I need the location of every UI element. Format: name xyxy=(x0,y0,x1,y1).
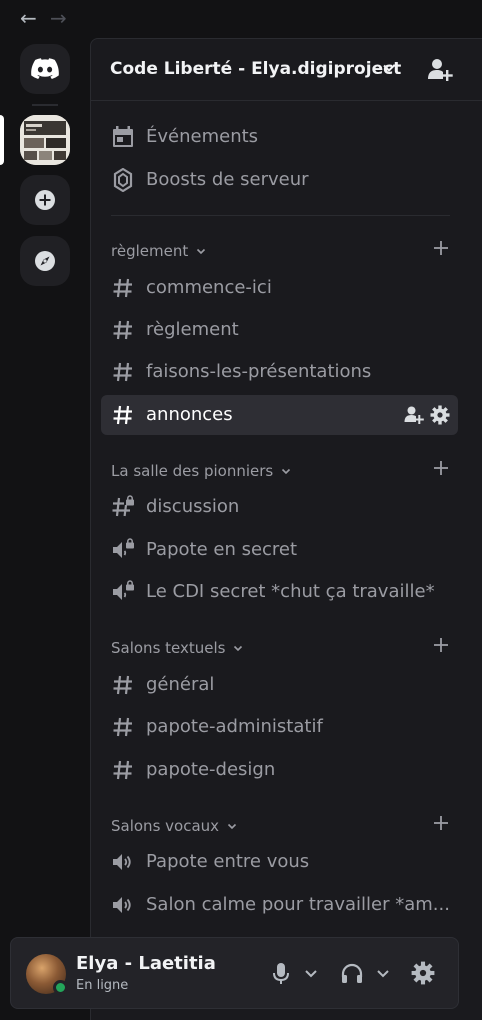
category-label: Salons textuels xyxy=(111,639,243,657)
rail-separator xyxy=(32,104,58,106)
voice-icon xyxy=(111,893,135,917)
add-server-button[interactable] xyxy=(20,175,70,225)
channel-papote-entre-vous[interactable]: Papote entre vous xyxy=(101,842,458,882)
chevron-down-icon[interactable] xyxy=(376,968,390,980)
channel-label: annonces xyxy=(146,404,233,425)
channel-reglement[interactable]: règlement xyxy=(101,310,458,350)
channel-salon-calme[interactable]: Salon calme pour travailler *am... xyxy=(101,885,458,925)
server-name: Code Liberté - Elya.digiproject xyxy=(110,59,402,79)
discord-logo-icon xyxy=(31,58,59,79)
server-rail xyxy=(0,38,90,1020)
events-item[interactable]: Événements xyxy=(101,117,458,157)
chevron-down-icon[interactable] xyxy=(382,61,396,75)
channel-actions xyxy=(404,405,450,425)
channel-general[interactable]: général xyxy=(101,665,458,705)
hash-icon xyxy=(111,673,135,697)
hash-icon xyxy=(111,276,135,300)
locked-hash-icon xyxy=(111,495,135,519)
category-label: règlement xyxy=(111,242,206,260)
channel-le-cdi-secret[interactable]: Le CDI secret *chut ça travaille* xyxy=(101,572,458,612)
back-arrow-icon[interactable]: ← xyxy=(20,8,37,28)
hash-icon xyxy=(111,758,135,782)
channel-label: papote-administatif xyxy=(146,716,323,737)
invite-user-icon[interactable] xyxy=(404,405,424,425)
channel-discussion[interactable]: discussion xyxy=(101,487,458,527)
compass-icon xyxy=(35,251,55,271)
create-channel-plus-icon[interactable] xyxy=(433,815,449,831)
category-salons-textuels[interactable]: Salons textuels xyxy=(111,637,449,659)
hash-icon xyxy=(111,715,135,739)
channel-label: Papote entre vous xyxy=(146,851,310,872)
user-panel: Elya - Laetitia En ligne xyxy=(10,937,459,1009)
channel-label: général xyxy=(146,674,215,695)
channel-papote-en-secret[interactable]: Papote en secret xyxy=(101,530,458,570)
server-header[interactable]: Code Liberté - Elya.digiproject xyxy=(91,39,482,101)
forward-arrow-icon[interactable]: → xyxy=(50,8,67,28)
server-icon-code-liberte[interactable] xyxy=(20,115,70,165)
channel-label: commence-ici xyxy=(146,277,272,298)
channel-sidebar: Code Liberté - Elya.digiproject Événemen… xyxy=(90,38,482,1020)
chevron-down-icon xyxy=(234,645,243,652)
gear-icon[interactable] xyxy=(411,961,435,985)
create-channel-plus-icon[interactable] xyxy=(433,637,449,653)
create-channel-plus-icon[interactable] xyxy=(433,240,449,256)
chevron-down-icon xyxy=(196,248,206,255)
channel-annonces[interactable]: annonces xyxy=(101,395,458,435)
user-status: En ligne xyxy=(76,978,129,993)
calendar-icon xyxy=(111,125,135,149)
discord-home-button[interactable] xyxy=(20,44,70,94)
category-label: La salle des pionniers xyxy=(111,462,291,480)
channel-label: Le CDI secret *chut ça travaille* xyxy=(146,581,435,602)
channel-papote-design[interactable]: papote-design xyxy=(101,750,458,790)
server-boosts-label: Boosts de serveur xyxy=(146,169,309,190)
divider xyxy=(111,215,450,216)
microphone-icon[interactable] xyxy=(272,962,290,986)
server-thumbnail-icon xyxy=(20,115,70,165)
channel-commence-ici[interactable]: commence-ici xyxy=(101,268,458,308)
category-label: Salons vocaux xyxy=(111,817,237,835)
selected-server-indicator xyxy=(0,115,4,165)
channel-papote-administatif[interactable]: papote-administatif xyxy=(101,707,458,747)
online-status-icon xyxy=(53,980,68,995)
hash-icon xyxy=(111,360,135,384)
channel-label: papote-design xyxy=(146,759,276,780)
hash-icon xyxy=(111,318,135,342)
invite-user-icon[interactable] xyxy=(427,57,453,83)
discover-button[interactable] xyxy=(20,236,70,286)
channel-label: Salon calme pour travailler *am... xyxy=(146,894,450,915)
channel-label: règlement xyxy=(146,319,239,340)
plus-circle-icon xyxy=(35,190,55,210)
events-label: Événements xyxy=(146,126,259,147)
create-channel-plus-icon[interactable] xyxy=(433,460,449,476)
category-salons-vocaux[interactable]: Salons vocaux xyxy=(111,815,449,837)
chevron-down-icon xyxy=(227,823,236,830)
gear-icon[interactable] xyxy=(430,405,450,425)
channel-faisons-les-presentations[interactable]: faisons-les-présentations xyxy=(101,352,458,392)
category-reglement[interactable]: règlement xyxy=(111,240,449,262)
title-bar: ← → xyxy=(0,0,482,38)
server-boosts-item[interactable]: Boosts de serveur xyxy=(101,160,458,200)
locked-voice-icon xyxy=(111,580,135,604)
category-la-salle-des-pionniers[interactable]: La salle des pionniers xyxy=(111,460,449,482)
boost-gem-icon xyxy=(111,168,135,192)
chevron-down-icon[interactable] xyxy=(304,968,318,980)
chevron-down-icon xyxy=(281,468,291,475)
hash-icon xyxy=(111,403,135,427)
voice-icon xyxy=(111,850,135,874)
channel-label: discussion xyxy=(146,496,240,517)
channel-label: Papote en secret xyxy=(146,539,298,560)
headphones-icon[interactable] xyxy=(340,962,364,986)
channel-label: faisons-les-présentations xyxy=(146,361,372,382)
locked-voice-icon xyxy=(111,538,135,562)
user-name[interactable]: Elya - Laetitia xyxy=(76,953,216,974)
